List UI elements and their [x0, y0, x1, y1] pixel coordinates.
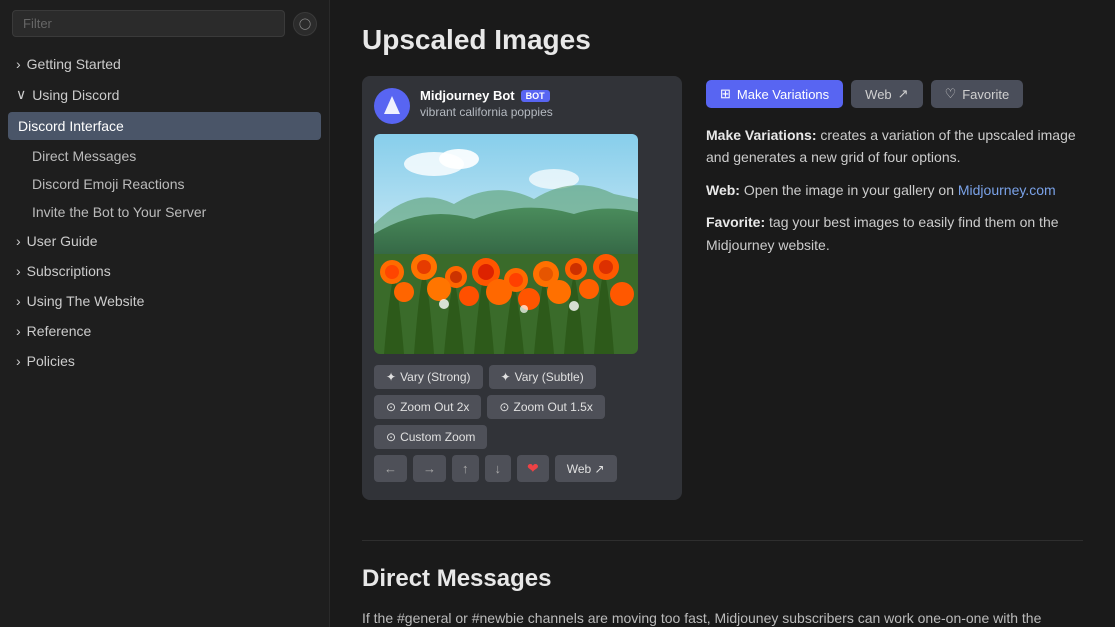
sidebar-item-label: Getting Started	[27, 56, 121, 72]
chevron-right-icon: ›	[16, 263, 21, 279]
favorite-description: Favorite: tag your best images to easily…	[706, 211, 1083, 256]
nav: › Getting Started ∨ Using Discord Discor…	[0, 47, 329, 378]
vary-strong-button[interactable]: ✦ Vary (Strong)	[374, 365, 483, 389]
sidebar-subitem-label: Direct Messages	[32, 148, 136, 164]
heart-icon: ♡	[945, 86, 957, 102]
right-panel: ⊞ Make Variations Web ↗ ♡ Favorite Make …	[706, 76, 1083, 500]
chevron-down-icon: ∨	[16, 86, 26, 103]
sidebar-item-label: Policies	[27, 353, 75, 369]
dm-section-paragraph: If the #general or #newbie channels are …	[362, 607, 1083, 627]
sidebar-subitem-label: Discord Interface	[18, 118, 124, 134]
chevron-right-icon: ›	[16, 353, 21, 369]
favorite-action-button[interactable]: ♡ Favorite	[931, 80, 1024, 108]
midjourney-link[interactable]: Midjourney.com	[958, 182, 1056, 198]
arrow-left-button[interactable]: ←	[374, 455, 407, 482]
sidebar-item-label: Using The Website	[27, 293, 145, 309]
image-container	[374, 134, 670, 357]
custom-zoom-button[interactable]: ⊙ Custom Zoom	[374, 425, 487, 449]
make-variations-label: Make Variations:	[706, 127, 817, 143]
zoom-out-2x-button[interactable]: ⊙ Zoom Out 2x	[374, 395, 481, 419]
arrow-up-button[interactable]: ↑	[452, 455, 479, 482]
vary-buttons-row: ✦ Vary (Strong) ✦ Vary (Subtle)	[374, 365, 670, 389]
web-description: Web: Open the image in your gallery on M…	[706, 179, 1083, 201]
heart-button[interactable]: ❤	[517, 455, 549, 482]
sidebar-item-discord-interface[interactable]: Discord Interface	[8, 112, 321, 140]
zoom-icon: ⊙	[386, 400, 396, 414]
vary-subtle-button[interactable]: ✦ Vary (Subtle)	[489, 365, 596, 389]
page-title: Upscaled Images	[362, 24, 1083, 56]
dm-section-title: Direct Messages	[362, 565, 1083, 593]
favorite-label: Favorite:	[706, 214, 765, 230]
arrow-buttons-row: ← → ↑ ↓ ❤ Web ↗	[374, 455, 670, 482]
midjourney-logo-icon	[378, 92, 406, 120]
sidebar-item-label: User Guide	[27, 233, 98, 249]
chevron-right-icon: ›	[16, 233, 21, 249]
bot-prompt: vibrant california poppies	[420, 105, 670, 119]
chevron-right-icon: ›	[16, 56, 21, 72]
direct-messages-section: Direct Messages If the #general or #newb…	[362, 565, 1083, 627]
sidebar-item-getting-started[interactable]: › Getting Started	[0, 49, 329, 79]
make-variations-description: Make Variations: creates a variation of …	[706, 124, 1083, 169]
bot-name-row: Midjourney Bot BOT	[420, 88, 670, 103]
descriptions-block: Make Variations: creates a variation of …	[706, 124, 1083, 256]
bot-info: Midjourney Bot BOT vibrant california po…	[420, 88, 670, 119]
sidebar-item-using-discord[interactable]: ∨ Using Discord	[0, 79, 329, 110]
web-external-icon: ↗	[898, 86, 909, 102]
make-variations-button[interactable]: ⊞ Make Variations	[706, 80, 843, 108]
sidebar-item-policies[interactable]: › Policies	[0, 346, 329, 376]
bot-header: Midjourney Bot BOT vibrant california po…	[374, 88, 670, 124]
sidebar-item-label: Reference	[27, 323, 92, 339]
sidebar: ◯ › Getting Started ∨ Using Discord Disc…	[0, 0, 330, 627]
sidebar-item-direct-messages[interactable]: Direct Messages	[0, 142, 329, 170]
section-divider	[362, 540, 1083, 541]
zoom-icon: ⊙	[386, 430, 396, 444]
chevron-right-icon: ›	[16, 323, 21, 339]
web-action-button[interactable]: Web ↗	[851, 80, 922, 108]
chevron-right-icon: ›	[16, 293, 21, 309]
zoom-buttons-row: ⊙ Zoom Out 2x ⊙ Zoom Out 1.5x ⊙ Custom Z…	[374, 395, 670, 449]
sidebar-item-invite-bot[interactable]: Invite the Bot to Your Server	[0, 198, 329, 226]
sidebar-subitem-label: Discord Emoji Reactions	[32, 176, 185, 192]
filter-input[interactable]	[12, 10, 285, 37]
bot-avatar	[374, 88, 410, 124]
upscaled-images-section: Midjourney Bot BOT vibrant california po…	[362, 76, 1083, 500]
arrow-right-button[interactable]: →	[413, 455, 446, 482]
main-content: Upscaled Images Midjourney Bot BOT vibra…	[330, 0, 1115, 627]
sidebar-item-subscriptions[interactable]: › Subscriptions	[0, 256, 329, 286]
discord-card: Midjourney Bot BOT vibrant california po…	[362, 76, 682, 500]
sidebar-item-using-the-website[interactable]: › Using The Website	[0, 286, 329, 316]
web-label: Web:	[706, 182, 740, 198]
sidebar-item-user-guide[interactable]: › User Guide	[0, 226, 329, 256]
sidebar-item-label: Subscriptions	[27, 263, 111, 279]
vary-strong-icon: ✦	[386, 370, 396, 384]
sidebar-item-discord-emoji-reactions[interactable]: Discord Emoji Reactions	[0, 170, 329, 198]
zoom-icon: ⊙	[499, 400, 509, 414]
bot-name: Midjourney Bot	[420, 88, 515, 103]
sidebar-item-reference[interactable]: › Reference	[0, 316, 329, 346]
external-link-icon: ↗	[595, 462, 605, 476]
heart-icon: ❤	[527, 460, 539, 476]
web-button[interactable]: Web ↗	[555, 455, 617, 482]
arrow-down-button[interactable]: ↓	[485, 455, 512, 482]
zoom-out-1-5x-button[interactable]: ⊙ Zoom Out 1.5x	[487, 395, 604, 419]
upscaled-image	[374, 134, 638, 354]
action-buttons-row: ⊞ Make Variations Web ↗ ♡ Favorite	[706, 80, 1083, 108]
sidebar-item-label: Using Discord	[32, 87, 119, 103]
vary-subtle-icon: ✦	[501, 370, 511, 384]
bot-badge: BOT	[521, 90, 550, 102]
filter-section: ◯	[0, 0, 329, 47]
sidebar-subitem-label: Invite the Bot to Your Server	[32, 204, 206, 220]
variations-icon: ⊞	[720, 86, 731, 102]
filter-toggle-btn[interactable]: ◯	[293, 12, 317, 36]
